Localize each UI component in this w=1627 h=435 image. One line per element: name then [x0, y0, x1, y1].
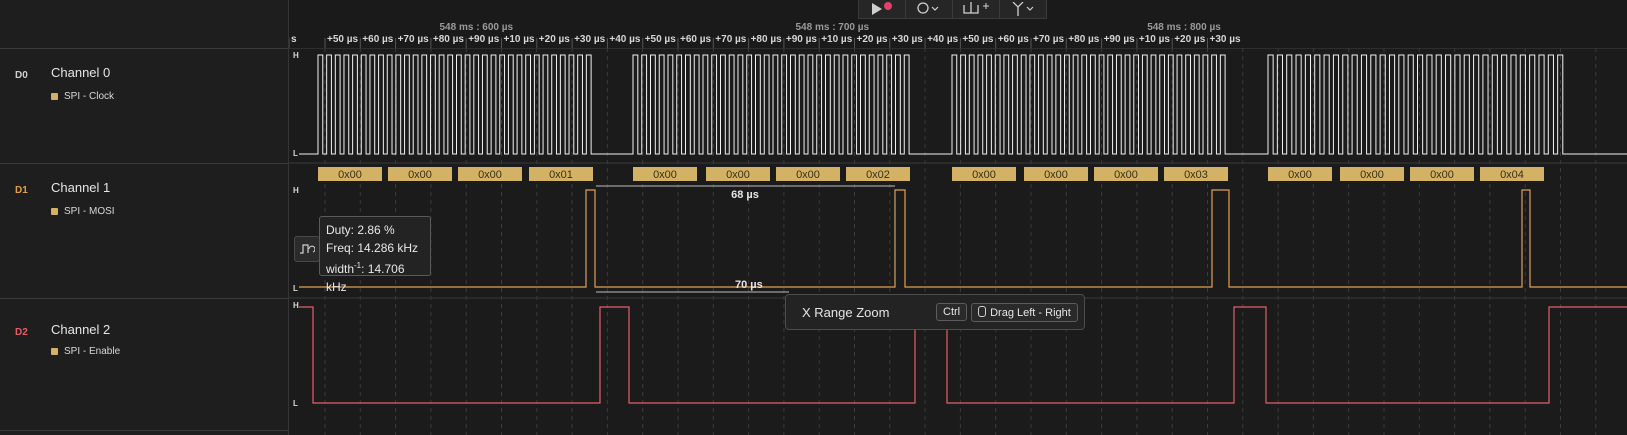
waveform-canvas[interactable]: HLHLHL0x00 0x00 0x00 0x01 0x00 0x00 0x00 0x02 0x…: [289, 48, 1627, 435]
channel-name[interactable]: Channel 2: [51, 322, 110, 337]
ruler-major-label: 548 ms : 700 µs: [796, 22, 870, 33]
sidebar-header: [0, 0, 288, 49]
level-label: H: [293, 51, 299, 60]
decoded-byte-label: 0x04: [1500, 169, 1524, 181]
decoded-byte-label: 0x00: [338, 169, 362, 181]
analyzer-color-swatch: [51, 348, 58, 355]
decoded-byte-label: 0x03: [1184, 169, 1208, 181]
decoded-byte-label: 0x00: [1114, 169, 1138, 181]
level-label: H: [293, 301, 299, 310]
ruler-tick-label: +80 µs: [433, 34, 465, 45]
ruler-tick-label: s: [291, 34, 297, 45]
analyzer-color-swatch: [51, 93, 58, 100]
ruler-tick-label: +30 µs: [892, 34, 924, 45]
channel-id: D0: [15, 70, 28, 81]
decoded-byte-label: 0x00: [1288, 169, 1312, 181]
ruler-tick-label: +20 µs: [857, 34, 889, 45]
analyzer-color-swatch: [51, 208, 58, 215]
decoded-byte-label: 0x00: [1044, 169, 1068, 181]
waveform-area[interactable]: H L H L H L 0x00 0x00 0x00 0x01 0x00 0x00 0x00 0x02 0x…: [289, 48, 1627, 435]
decoded-byte-label: 0x00: [653, 169, 677, 181]
ctrl-key: Ctrl: [936, 303, 968, 321]
analyzer-label: SPI - Enable: [51, 346, 120, 357]
measure-label-lower: 70 µs: [735, 279, 763, 291]
add-marker-icon[interactable]: [953, 0, 1000, 18]
ruler-tick-label: +60 µs: [680, 34, 712, 45]
ruler-tick-label: +80 µs: [751, 34, 783, 45]
ruler-tick-label: +50 µs: [327, 34, 359, 45]
ruler-tick-label: +60 µs: [362, 34, 394, 45]
decoded-byte-label: 0x00: [1430, 169, 1454, 181]
mouse-icon: [978, 305, 987, 317]
ruler-tick-label: +80 µs: [1068, 34, 1100, 45]
decoded-byte-label: 0x00: [408, 169, 432, 181]
ruler-tick-label: +10 µs: [1139, 34, 1171, 45]
analyzer-name: SPI - Clock: [64, 91, 115, 102]
decoded-byte-label: 0x00: [796, 169, 820, 181]
ruler-tick-label: +70 µs: [1033, 34, 1065, 45]
channel-id: D1: [15, 185, 28, 196]
analyzer-name: SPI - MOSI: [64, 206, 115, 217]
ruler-tick-label: +10 µs: [821, 34, 853, 45]
ruler-tick-label: +40 µs: [609, 34, 641, 45]
ruler-major-label: 548 ms : 800 µs: [1147, 22, 1221, 33]
ruler-tick-label: +40 µs: [927, 34, 959, 45]
ruler-tick-label: +10 µs: [504, 34, 536, 45]
x-range-zoom-hint: X Range Zoom Ctrl Drag Left - Right: [785, 294, 1085, 330]
ruler-tick-label: +90 µs: [786, 34, 818, 45]
protocol-icon[interactable]: [906, 0, 953, 18]
play-record-icon[interactable]: [859, 0, 906, 18]
channel-id: D2: [15, 327, 28, 338]
ruler-tick-label: +30 µs: [574, 34, 606, 45]
ruler-major-label: 548 ms : 600 µs: [440, 22, 514, 33]
ruler-tick-label: +70 µs: [715, 34, 747, 45]
capture-toolbar: [858, 0, 1047, 19]
channel-sidebar: D0 Channel 0 SPI - Clock D1 Channel 1 SP…: [0, 0, 289, 435]
width-value: width-1: 14.706 kHz: [326, 261, 405, 294]
clock-waveform: [299, 54, 1627, 155]
ruler-tick-label: +30 µs: [1210, 34, 1242, 45]
trigger-icon[interactable]: [1000, 0, 1046, 18]
zoom-hint-title: X Range Zoom: [802, 304, 890, 320]
duty-value: Duty: 2.86 %: [326, 223, 395, 237]
channel-row-1[interactable]: D1 Channel 1 SPI - MOSI: [0, 163, 288, 299]
level-label: L: [293, 399, 298, 408]
decoded-byte-label: 0x00: [1360, 169, 1384, 181]
analyzer-label: SPI - MOSI: [51, 206, 115, 217]
channel-name[interactable]: Channel 0: [51, 65, 110, 80]
decoded-byte-label: 0x02: [866, 169, 890, 181]
level-label: H: [293, 186, 299, 195]
analyzer-name: SPI - Enable: [64, 346, 121, 357]
pulse-measure-button[interactable]: [294, 236, 320, 262]
ruler-tick-label: +50 µs: [962, 34, 994, 45]
ruler-tick-label: +90 µs: [1104, 34, 1136, 45]
mosi-waveform: [299, 189, 1627, 288]
mouse-drag-hint: Drag Left - Right: [971, 302, 1078, 322]
channel-row-0[interactable]: D0 Channel 0 SPI - Clock: [0, 48, 288, 164]
level-label: L: [293, 284, 298, 293]
ruler-tick-label: +70 µs: [398, 34, 430, 45]
ruler-tick-label: +20 µs: [1174, 34, 1206, 45]
ruler-tick-label: +90 µs: [468, 34, 500, 45]
ruler-tick-label: +60 µs: [998, 34, 1030, 45]
decoded-byte-label: 0x00: [972, 169, 996, 181]
ruler-tick-label: +50 µs: [645, 34, 677, 45]
ruler-tick-label: +20 µs: [539, 34, 571, 45]
level-label: L: [293, 149, 298, 158]
channel-row-2[interactable]: D2 Channel 2 SPI - Enable: [0, 298, 288, 431]
analyzer-label: SPI - Clock: [51, 91, 114, 102]
decoded-byte-label: 0x01: [549, 169, 573, 181]
channel-name[interactable]: Channel 1: [51, 180, 110, 195]
freq-value: Freq: 14.286 kHz: [326, 241, 419, 255]
decoded-byte-label: 0x00: [726, 169, 750, 181]
decoded-byte-label: 0x00: [478, 169, 502, 181]
measure-label-upper: 68 µs: [731, 189, 759, 201]
duty-tooltip: Duty: 2.86 % Freq: 14.286 kHz width-1: 1…: [319, 216, 431, 294]
